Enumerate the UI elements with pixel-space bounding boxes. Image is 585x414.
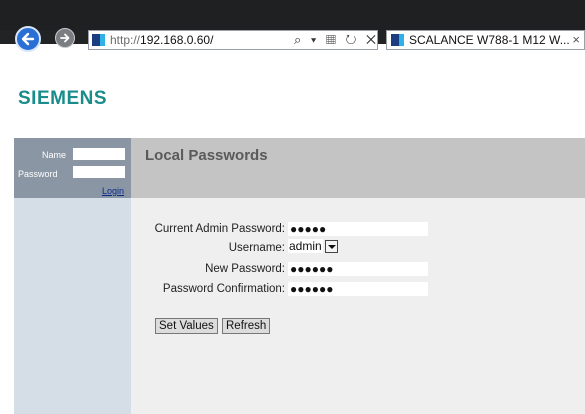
current-admin-password-row: Current Admin Password: ●●●●● — [131, 222, 431, 236]
page-header: Local Passwords — [131, 138, 585, 198]
dropdown-arrow-icon[interactable] — [324, 240, 338, 254]
username-label: Username: — [228, 242, 285, 254]
address-bar[interactable]: http://192.168.0.60/ ⌕ ▾ ▦ ↻ ✕ — [88, 30, 378, 50]
title-bar — [0, 0, 585, 30]
name-input[interactable] — [73, 148, 125, 160]
password-input[interactable] — [73, 166, 125, 178]
siemens-logo: SIEMENS — [18, 88, 108, 109]
back-arrow-icon — [21, 32, 35, 46]
back-button[interactable] — [15, 26, 41, 52]
address-bar-icons[interactable]: ⌕ ▾ ▦ ↻ ✕ — [294, 32, 379, 48]
new-password-value: ●●●●●● — [290, 262, 334, 276]
current-admin-password-value: ●●●●● — [290, 222, 327, 236]
password-confirmation-row: Password Confirmation: ●●●●●● — [131, 282, 431, 296]
username-value: admin — [288, 239, 323, 253]
set-values-button[interactable]: Set Values — [155, 318, 218, 334]
tab-close-icon[interactable]: × — [572, 32, 580, 47]
password-confirmation-label: Password Confirmation: — [162, 283, 285, 295]
tab-favicon-icon — [391, 34, 404, 46]
login-link[interactable]: Login — [102, 186, 124, 196]
url-text[interactable]: http://192.168.0.60/ — [110, 33, 213, 47]
password-confirmation-input[interactable]: ●●●●●● — [288, 282, 428, 296]
new-password-label: New Password: — [205, 263, 285, 275]
page-title: Local Passwords — [145, 147, 268, 164]
current-admin-password-input[interactable]: ●●●●● — [288, 222, 428, 236]
browser-tab[interactable]: SCALANCE W788-1 M12 W... × — [386, 30, 585, 50]
new-password-input[interactable]: ●●●●●● — [288, 262, 428, 276]
forward-button[interactable] — [55, 28, 75, 48]
current-admin-password-label: Current Admin Password: — [154, 223, 285, 235]
url-host: 192.168.0.60/ — [140, 33, 214, 47]
forward-arrow-icon — [60, 33, 70, 43]
url-prefix: http:// — [110, 33, 141, 47]
login-panel: Name Password Login — [14, 138, 131, 198]
new-password-row: New Password: ●●●●●● — [131, 262, 431, 276]
refresh-button[interactable]: Refresh — [222, 318, 271, 334]
site-favicon-icon — [92, 34, 105, 46]
username-select[interactable]: admin — [288, 239, 338, 254]
tab-title: SCALANCE W788-1 M12 W... — [409, 33, 570, 47]
name-label: Name — [42, 150, 67, 160]
sidebar-nav — [14, 198, 131, 414]
main-content: Current Admin Password: ●●●●● Username: … — [131, 198, 585, 414]
password-confirmation-value: ●●●●●● — [290, 282, 334, 296]
username-row: Username: admin — [131, 239, 431, 255]
password-label: Password — [18, 169, 58, 179]
